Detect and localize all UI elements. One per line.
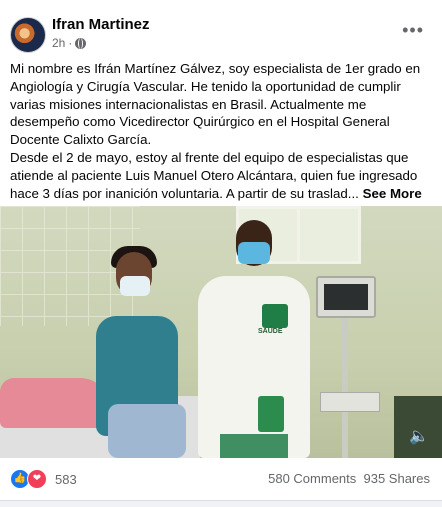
post-text: Mi nombre es Ifrán Martínez Gálvez, soy … (10, 60, 434, 202)
doctor (198, 276, 310, 458)
post-meta: 2h · (52, 36, 87, 50)
post-footer: 👍 ❤ 583 580 Comments 935 Shares (10, 467, 434, 491)
avatar[interactable] (10, 17, 46, 53)
coat-label: SAÚDE (258, 328, 283, 335)
reactions[interactable]: 👍 ❤ 583 (10, 469, 77, 489)
shares-count[interactable]: 935 Shares (364, 471, 431, 486)
reaction-count: 583 (55, 471, 77, 487)
post-card: Ifran Martinez 2h · ••• Mi nombre es Ifr… (0, 0, 442, 501)
medical-monitor (316, 276, 376, 318)
post-paragraph-1: Mi nombre es Ifrán Martínez Gálvez, soy … (10, 61, 421, 148)
author-name[interactable]: Ifran Martinez (52, 16, 150, 33)
blanket (0, 378, 110, 428)
globe-icon (75, 37, 87, 49)
post-header: Ifran Martinez 2h · ••• (10, 14, 432, 54)
comments-count[interactable]: 580 Comments (268, 471, 356, 486)
post-stats: 580 Comments 935 Shares (268, 471, 430, 486)
see-more-link[interactable]: See More (363, 186, 422, 201)
more-dots-icon[interactable]: ••• (402, 20, 424, 41)
post-photo[interactable]: SAÚDE 🔈 (0, 206, 442, 458)
love-icon: ❤ (27, 469, 47, 489)
post-paragraph-2: Desde el 2 de mayo, estoy al frente del … (10, 149, 422, 201)
volume-icon[interactable]: 🔈 (408, 426, 430, 448)
post-time[interactable]: 2h (52, 36, 65, 50)
